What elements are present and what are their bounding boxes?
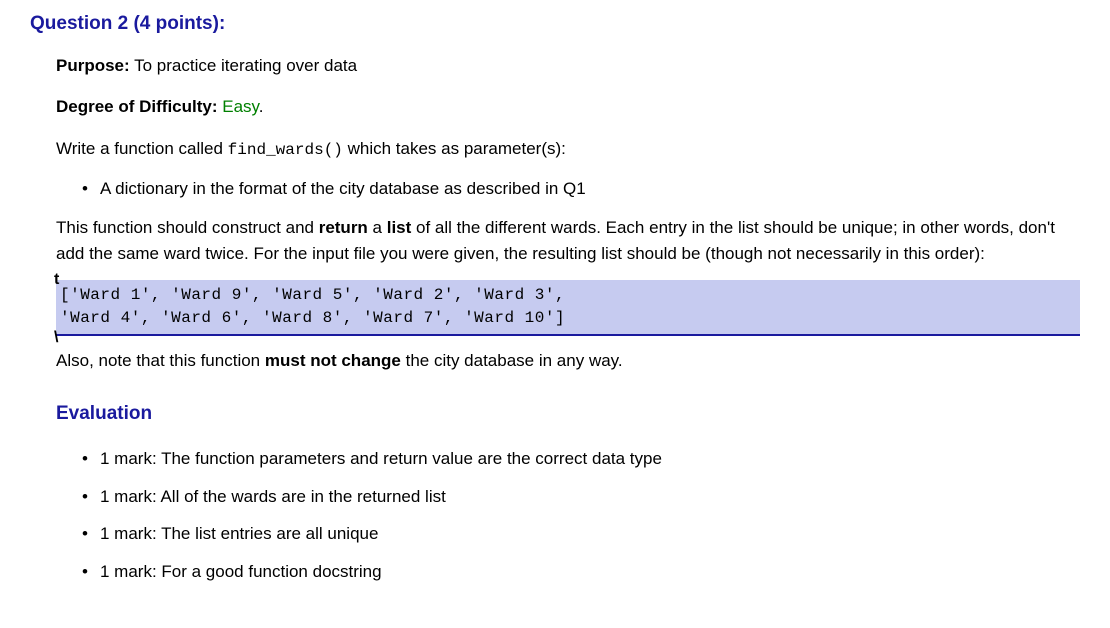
code-block-wrapper: t ['Ward 1', 'Ward 9', 'Ward 5', 'Ward 2… [56,280,1080,336]
intro-prefix: Write a function called [56,139,228,158]
list-item: 1 mark: All of the wards are in the retu… [82,484,1080,510]
list-item: 1 mark: For a good function docstring [82,559,1080,585]
difficulty-value: Easy [218,97,259,116]
difficulty-line: Degree of Difficulty: Easy. [56,94,1080,120]
evaluation-list: 1 mark: The function parameters and retu… [82,446,1080,584]
purpose-text: To practice iterating over data [130,56,357,75]
list-item: 1 mark: The list entries are all unique [82,521,1080,547]
intro-code: find_wards() [228,141,343,159]
evaluation-heading: Evaluation [56,400,1080,429]
note-paragraph: Also, note that this function must not c… [56,348,1080,374]
selection-marker-icon: t [54,272,59,288]
list-item: A dictionary in the format of the city d… [82,176,1080,202]
desc-text: a [368,218,387,237]
question-title: Question 2 (4 points): [30,10,1080,39]
note-text: Also, note that this function [56,351,265,370]
selection-marker-icon: \ [54,330,58,346]
intro-paragraph: Write a function called find_wards() whi… [56,136,1080,162]
question-body: Purpose: To practice iterating over data… [56,53,1080,585]
note-bold: must not change [265,351,401,370]
difficulty-label: Degree of Difficulty: [56,97,218,116]
params-list: A dictionary in the format of the city d… [82,176,1080,202]
code-output-block: ['Ward 1', 'Ward 9', 'Ward 5', 'Ward 2',… [56,280,1080,336]
desc-bold: return [319,218,368,237]
desc-text: This function should construct and [56,218,319,237]
difficulty-period: . [259,97,264,116]
desc-bold: list [387,218,412,237]
description-paragraph: This function should construct and retur… [56,215,1080,266]
intro-suffix: which takes as parameter(s): [343,139,566,158]
note-text: the city database in any way. [401,351,623,370]
purpose-line: Purpose: To practice iterating over data [56,53,1080,79]
list-item: 1 mark: The function parameters and retu… [82,446,1080,472]
purpose-label: Purpose: [56,56,130,75]
